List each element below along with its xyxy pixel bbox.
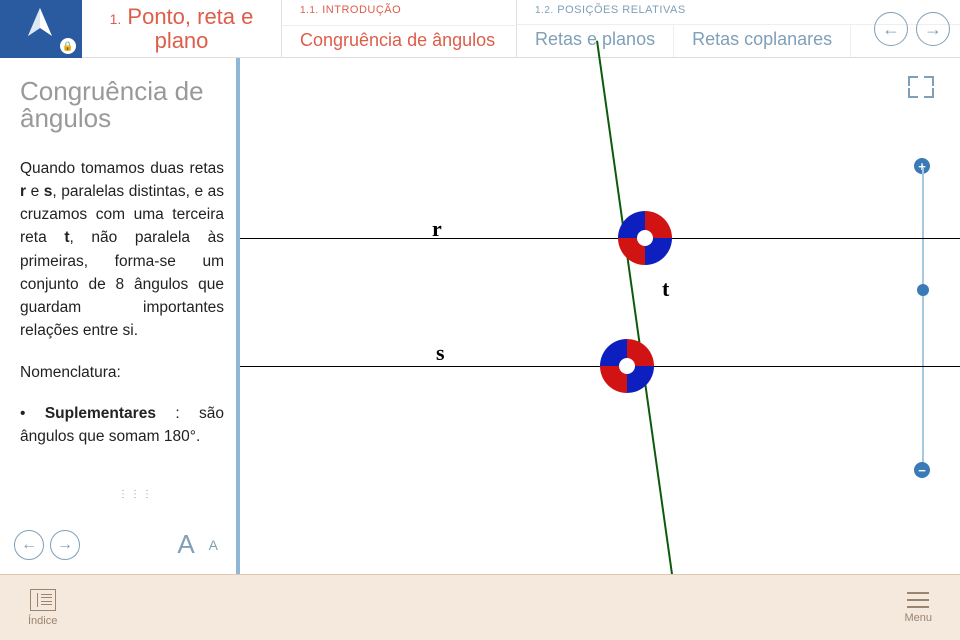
chapter-title: Ponto, reta e plano [127,4,253,52]
index-button[interactable]: Índice [28,589,57,627]
nav-next-button[interactable]: → [916,12,950,46]
drag-handle-icon[interactable]: ⋮⋮⋮ [118,489,154,500]
menu-button[interactable]: Menu [904,592,932,624]
article-body: Quando tomamos duas retas r e s, paralel… [20,157,224,449]
section-1-col: 1.1. INTRODUÇÃO Congruência de ângulos [282,0,517,57]
label-s: s [436,340,445,366]
panel-next-button[interactable]: → [50,530,80,560]
section-1-header[interactable]: 1.1. INTRODUÇÃO [282,0,516,26]
panel-prev-button[interactable]: ← [14,530,44,560]
article-title: Congruência de ângulos [20,78,224,133]
subsection-active[interactable]: Congruência de ângulos [282,26,516,57]
font-decrease-button[interactable]: A [209,537,218,553]
line-r [240,238,960,239]
hamburger-icon [907,592,929,608]
angle-disc-r [618,211,672,265]
subsection-retas-coplanares[interactable]: Retas coplanares [674,25,851,57]
lock-icon: 🔒 [60,38,76,54]
chapter-breadcrumb[interactable]: 1. Ponto, reta e plano [82,0,282,57]
text-panel: Congruência de ângulos Quando tomamos du… [0,58,240,574]
chapter-number: 1. [110,11,122,27]
bottom-bar: Índice Menu [0,574,960,640]
menu-label: Menu [904,612,932,624]
index-icon [30,589,56,611]
label-t: t [662,276,669,302]
nav-prev-button[interactable]: ← [874,12,908,46]
font-increase-button[interactable]: A [177,529,194,560]
line-t [596,41,676,596]
label-r: r [432,216,442,242]
app-logo[interactable]: 🔒 [0,0,82,58]
index-label: Índice [28,615,57,627]
angle-disc-s [600,339,654,393]
diagram-canvas[interactable]: + − r s t [240,58,960,574]
